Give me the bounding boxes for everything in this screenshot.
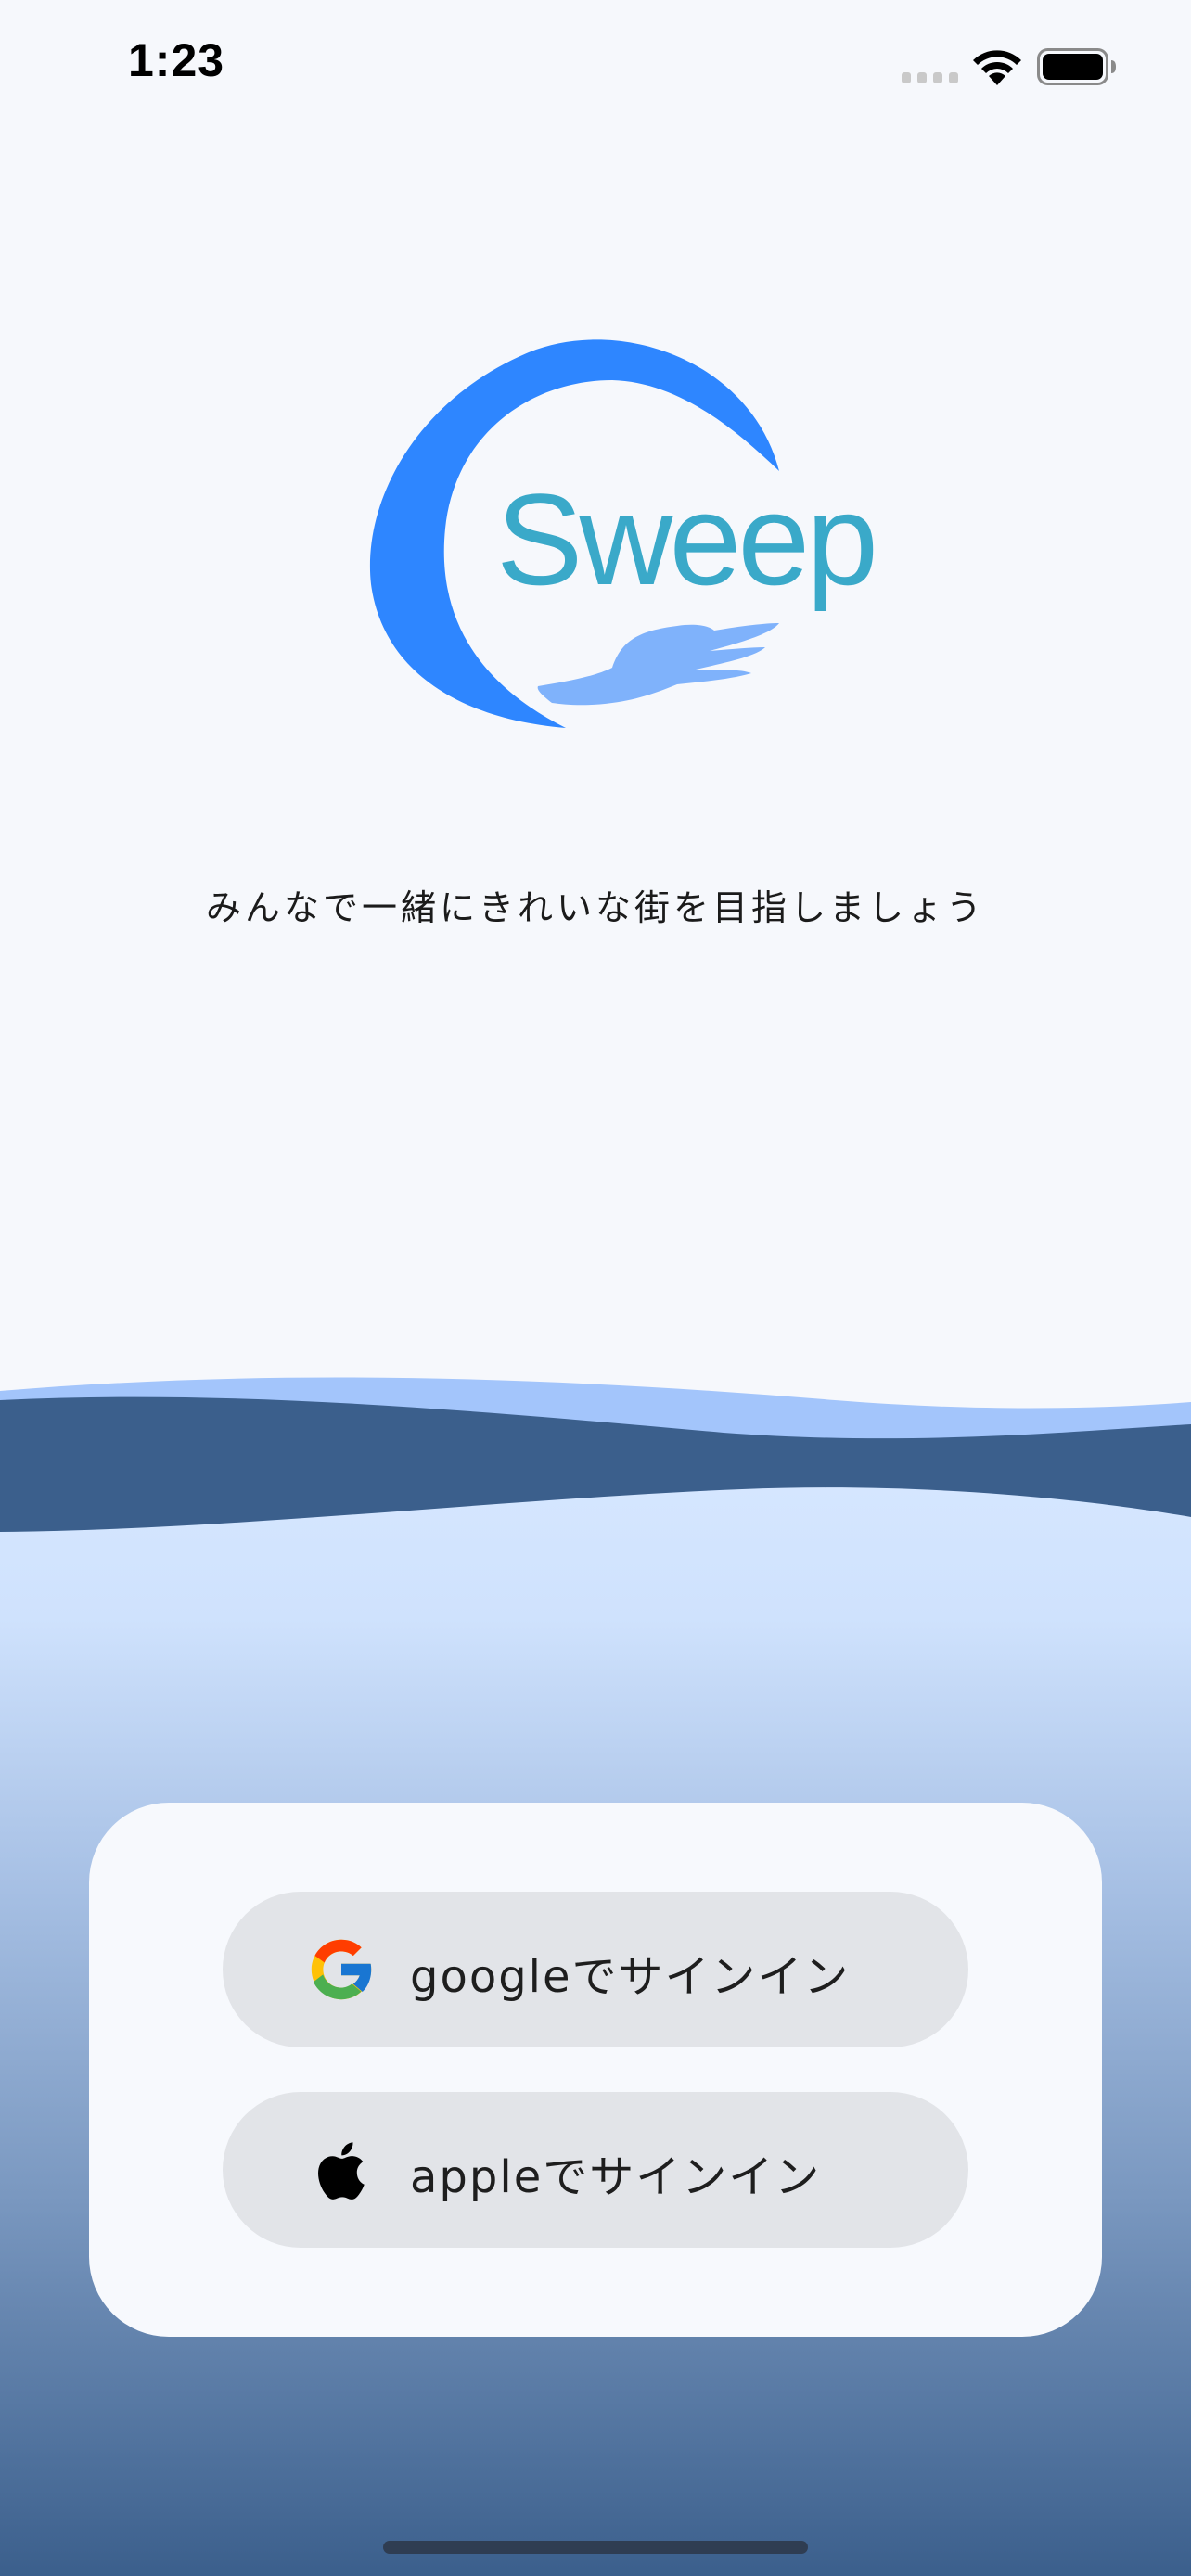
status-time: 1:23 xyxy=(128,34,225,86)
battery-icon xyxy=(1037,48,1116,85)
signin-card: googleでサインイン appleでサインイン xyxy=(89,1803,1102,2337)
status-bar: 1:23 xyxy=(0,0,1191,139)
google-signin-label: googleでサインイン xyxy=(410,1951,851,2003)
logo-hand xyxy=(537,623,779,706)
sweep-logo: Sweep xyxy=(369,339,878,728)
tagline: みんなで一緒にきれいな街を目指しましょう xyxy=(205,887,985,928)
login-screen: 1:23 Sweep みんなで一緒にきれいな街を目指しましょう googleでサ… xyxy=(0,0,1191,2576)
logo-wordmark: Sweep xyxy=(496,466,875,612)
apple-signin-label: appleでサインイン xyxy=(410,2151,822,2203)
home-indicator xyxy=(383,2541,808,2554)
apple-signin-button[interactable]: appleでサインイン xyxy=(223,2092,968,2248)
apple-icon xyxy=(318,2142,365,2200)
google-icon xyxy=(311,1939,374,2000)
cellular-signal-icon xyxy=(902,72,958,83)
wifi-icon xyxy=(973,50,1021,85)
google-signin-button[interactable]: googleでサインイン xyxy=(223,1892,968,2047)
